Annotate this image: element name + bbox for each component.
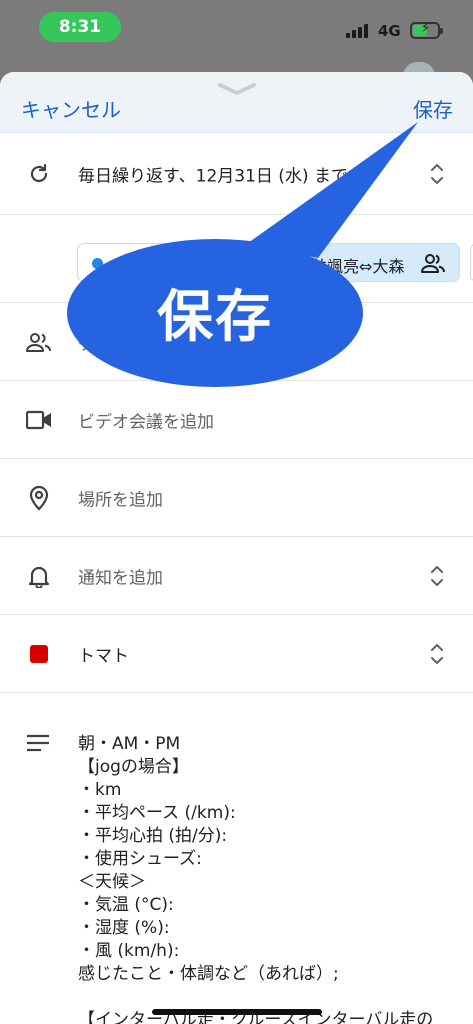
description-line: 感じたこと・体調など（あれば）; xyxy=(78,964,339,984)
people-icon xyxy=(421,254,445,273)
calendar-color-dot xyxy=(92,258,103,269)
event-edit-sheet: キャンセル 保存 毎日繰り返す、12月31日 (水) まで マ 井颯亮⇔大森 ゲ… xyxy=(0,72,473,1024)
chevron-down-icon[interactable] xyxy=(217,82,257,96)
location-row[interactable]: 場所を追加 xyxy=(0,459,473,537)
status-bar: 8:31 4G ⚡ xyxy=(0,0,473,60)
location-pin-icon xyxy=(26,485,52,511)
event-color-label: トマト xyxy=(78,646,129,666)
repeat-icon xyxy=(26,161,52,187)
video-conference-row[interactable]: ビデオ会議を追加 xyxy=(0,381,473,459)
video-camera-icon xyxy=(26,407,52,433)
color-swatch-square xyxy=(30,644,48,663)
description-line: 朝・AM・PM xyxy=(78,734,181,754)
network-type: 4G xyxy=(378,22,401,40)
signal-icon xyxy=(346,24,368,38)
status-time: 8:31 xyxy=(39,12,121,42)
cancel-button[interactable]: キャンセル xyxy=(21,94,121,123)
description-line: ・湿度 (%): xyxy=(78,918,170,938)
people-icon xyxy=(26,329,52,355)
notes-icon xyxy=(26,733,50,757)
color-swatch xyxy=(26,641,52,667)
chevron-updown-icon xyxy=(431,163,443,184)
description-line: ・km xyxy=(78,780,122,800)
repeat-row[interactable]: 毎日繰り返す、12月31日 (水) まで xyxy=(0,133,473,215)
save-button[interactable]: 保存 xyxy=(413,94,453,123)
description-line: ・使用シューズ: xyxy=(78,849,202,869)
battery-icon: ⚡ xyxy=(410,21,443,39)
description-line: ＜天候＞ xyxy=(78,872,146,892)
repeat-label: 毎日繰り返す、12月31日 (水) まで xyxy=(78,166,348,186)
event-color-row[interactable]: トマト xyxy=(0,615,473,693)
chevron-updown-icon xyxy=(431,643,443,664)
description-line: ・平均心拍 (拍/分): xyxy=(78,826,228,846)
description-line xyxy=(78,986,473,1009)
notification-row[interactable]: 通知を追加 xyxy=(0,537,473,615)
chevron-updown-icon xyxy=(431,565,443,586)
description-field[interactable]: 朝・AM・PM 【jogの場合】 ・km ・平均ペース (/km): ・平均心拍… xyxy=(0,693,473,1024)
location-label: 場所を追加 xyxy=(78,490,163,510)
description-line: ・平均ペース (/km): xyxy=(78,803,236,823)
sheet-header: キャンセル 保存 xyxy=(0,72,473,133)
bell-icon xyxy=(26,563,52,589)
home-indicator xyxy=(152,1009,322,1015)
save-callout-text: 保存 xyxy=(157,285,273,350)
description-line: ・気温 (°C): xyxy=(78,895,174,915)
video-conference-label: ビデオ会議を追加 xyxy=(78,412,214,432)
notification-label: 通知を追加 xyxy=(78,568,163,588)
description-line: ・風 (km/h): xyxy=(78,941,180,961)
description-line: 【jogの場合】 xyxy=(78,757,189,777)
